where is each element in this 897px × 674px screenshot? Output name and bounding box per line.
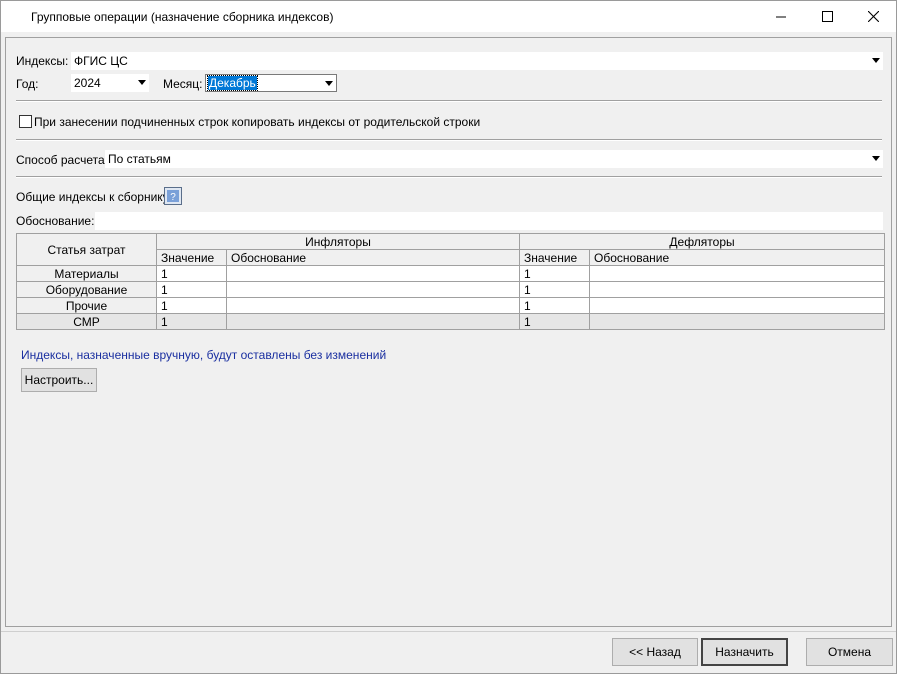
year-value: 2024 — [74, 76, 101, 90]
defl-value-cell[interactable]: 1 — [519, 297, 591, 314]
infl-value-cell[interactable]: 1 — [156, 281, 227, 298]
minimize-icon — [775, 16, 786, 18]
table-row: Прочие 1 1 — [16, 297, 886, 314]
defl-justification-cell[interactable] — [589, 281, 886, 298]
grid-header-infl-justification: Обоснование — [225, 249, 521, 266]
title-bar: Групповые операции (назначение сборника … — [1, 1, 896, 32]
grid-header-infl-value: Значение — [156, 249, 227, 266]
copy-indexes-checkbox[interactable] — [19, 115, 32, 128]
help-icon: ? — [167, 190, 179, 202]
chevron-down-icon — [325, 81, 333, 86]
calc-method-value: По статьям — [108, 152, 171, 166]
indexes-grid: Статья затрат Инфляторы Дефляторы Значен… — [16, 233, 886, 330]
calc-method-label: Способ расчета: — [16, 153, 108, 167]
manual-indexes-note: Индексы, назначенные вручную, будут оста… — [21, 348, 387, 362]
table-row: Материалы 1 1 — [16, 265, 886, 282]
content-panel: Индексы: ФГИС ЦС Год: 2024 Месяц: Декабр… — [5, 37, 892, 627]
common-indexes-button[interactable]: ? — [164, 187, 182, 205]
indexes-label: Индексы: — [16, 54, 69, 68]
infl-justification-cell[interactable] — [225, 265, 521, 282]
chevron-down-icon — [872, 156, 880, 161]
infl-justification-cell — [225, 313, 521, 330]
maximize-icon — [821, 11, 833, 22]
defl-justification-cell — [589, 313, 886, 330]
back-button[interactable]: << Назад — [612, 638, 698, 666]
infl-value-cell: 1 — [156, 313, 227, 330]
separator — [16, 139, 882, 141]
common-indexes-label: Общие индексы к сборнику — [16, 190, 169, 204]
grid-header-cost-item: Статья затрат — [16, 233, 157, 266]
chevron-down-icon — [138, 80, 146, 85]
infl-value-cell[interactable]: 1 — [156, 297, 227, 314]
grid-header-defl-value: Значение — [519, 249, 591, 266]
chevron-down-icon — [872, 58, 880, 63]
defl-justification-cell[interactable] — [589, 297, 886, 314]
cancel-button[interactable]: Отмена — [806, 638, 893, 666]
month-label: Месяц: — [163, 77, 203, 91]
dialog-window: Групповые операции (назначение сборника … — [0, 0, 897, 674]
separator — [16, 176, 882, 178]
month-value: Декабрь — [207, 75, 258, 91]
close-icon — [867, 11, 879, 22]
defl-justification-cell[interactable] — [589, 265, 886, 282]
calc-method-combo[interactable]: По статьям — [105, 150, 883, 168]
configure-button[interactable]: Настроить... — [21, 368, 97, 392]
defl-value-cell: 1 — [519, 313, 591, 330]
infl-justification-cell[interactable] — [225, 281, 521, 298]
row-name: Оборудование — [16, 281, 157, 298]
indexes-value: ФГИС ЦС — [74, 54, 128, 68]
year-label: Год: — [16, 77, 39, 91]
window-title: Групповые операции (назначение сборника … — [31, 10, 334, 24]
separator — [16, 100, 882, 102]
justification-label: Обоснование: — [16, 214, 95, 228]
copy-indexes-label[interactable]: При занесении подчиненных строк копирова… — [34, 115, 480, 129]
justification-input[interactable] — [95, 212, 883, 230]
defl-value-cell[interactable]: 1 — [519, 265, 591, 282]
year-combo[interactable]: 2024 — [71, 74, 149, 92]
infl-value-cell[interactable]: 1 — [156, 265, 227, 282]
maximize-button[interactable] — [804, 1, 850, 32]
month-combo[interactable]: Декабрь — [205, 74, 337, 92]
indexes-combo[interactable]: ФГИС ЦС — [71, 52, 883, 70]
row-name: Прочие — [16, 297, 157, 314]
assign-button[interactable]: Назначить — [701, 638, 788, 666]
table-row: Оборудование 1 1 — [16, 281, 886, 298]
row-name: СМР — [16, 313, 157, 330]
grid-header-inflators: Инфляторы — [155, 233, 521, 250]
grid-header-defl-justification: Обоснование — [589, 249, 886, 266]
infl-justification-cell[interactable] — [225, 297, 521, 314]
grid-header-deflators: Дефляторы — [519, 233, 886, 250]
svg-text:?: ? — [170, 192, 176, 202]
close-button[interactable] — [850, 1, 896, 32]
row-name: Материалы — [16, 265, 157, 282]
footer-separator — [1, 631, 896, 632]
defl-value-cell[interactable]: 1 — [519, 281, 591, 298]
minimize-button[interactable] — [758, 1, 804, 32]
table-row: СМР 1 1 — [16, 313, 886, 330]
